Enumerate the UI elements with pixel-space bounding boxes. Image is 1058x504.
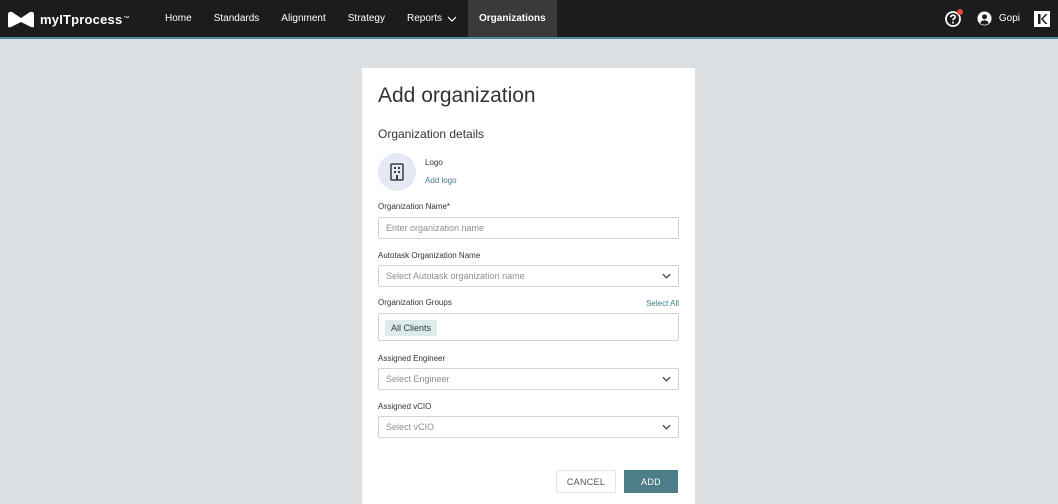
engineer-select[interactable]: Select Engineer <box>378 368 679 390</box>
nav-strategy-label: Strategy <box>347 13 385 24</box>
building-icon <box>390 163 404 181</box>
nav-strategy[interactable]: Strategy <box>337 0 396 37</box>
cancel-button[interactable]: CANCEL <box>556 470 616 493</box>
chevron-down-icon <box>447 16 457 22</box>
logo-label: Logo <box>425 158 443 167</box>
nav-organizations[interactable]: Organizations <box>468 0 557 37</box>
vcio-placeholder: Select vCIO <box>386 422 435 432</box>
top-right-actions: Gopi <box>944 0 1058 37</box>
m-logo-icon <box>8 11 34 28</box>
nav-alignment[interactable]: Alignment <box>270 0 336 37</box>
user-name: Gopi <box>998 13 1020 24</box>
vcio-select[interactable]: Select vCIO <box>378 416 679 438</box>
main-nav: Home Standards Alignment Strategy Report… <box>154 0 557 37</box>
nav-reports-label: Reports <box>407 13 443 24</box>
nav-organizations-label: Organizations <box>479 13 546 24</box>
brand-logo[interactable]: myITprocess ™ <box>6 9 129 29</box>
nav-reports[interactable]: Reports <box>396 0 468 37</box>
autotask-select[interactable]: Select Autotask organization name <box>378 265 679 287</box>
nav-standards[interactable]: Standards <box>203 0 271 37</box>
nav-home-label: Home <box>165 13 192 24</box>
kaseya-k-icon <box>1038 13 1048 24</box>
groups-label: Organization Groups <box>378 298 452 307</box>
org-name-input[interactable] <box>378 217 679 239</box>
help-button[interactable] <box>944 8 963 27</box>
add-logo-link[interactable]: Add logo <box>425 176 457 185</box>
autotask-placeholder: Select Autotask organization name <box>386 271 525 281</box>
engineer-placeholder: Select Engineer <box>386 374 450 384</box>
notification-dot <box>956 8 963 15</box>
add-organization-card: Add organization Organization details Lo… <box>362 68 695 504</box>
group-chip[interactable]: All Clients <box>385 320 438 336</box>
add-button[interactable]: ADD <box>624 470 678 493</box>
brand-trademark: ™ <box>123 16 130 22</box>
vcio-label: Assigned vCIO <box>378 402 432 411</box>
select-all-link[interactable]: Select All <box>646 299 679 308</box>
nav-alignment-label: Alignment <box>281 13 326 24</box>
groups-multiselect[interactable]: All Clients <box>378 313 679 341</box>
engineer-label: Assigned Engineer <box>378 354 446 363</box>
top-navigation-bar: myITprocess ™ Home Standards Alignment St… <box>0 0 1058 39</box>
chevron-down-icon <box>662 376 671 382</box>
logo-placeholder[interactable] <box>378 153 416 191</box>
org-name-label: Organization Name* <box>378 202 451 211</box>
nav-home[interactable]: Home <box>154 0 203 37</box>
section-title: Organization details <box>378 127 485 141</box>
brand-name: myITprocess <box>40 11 123 27</box>
user-menu[interactable]: Gopi <box>977 11 1020 26</box>
kaseya-button[interactable] <box>1034 10 1050 27</box>
chevron-down-icon <box>662 424 671 430</box>
autotask-label: Autotask Organization Name <box>378 251 481 260</box>
nav-standards-label: Standards <box>213 13 260 24</box>
page-title: Add organization <box>378 84 536 107</box>
user-avatar-icon <box>977 11 992 26</box>
chevron-down-icon <box>662 273 671 279</box>
